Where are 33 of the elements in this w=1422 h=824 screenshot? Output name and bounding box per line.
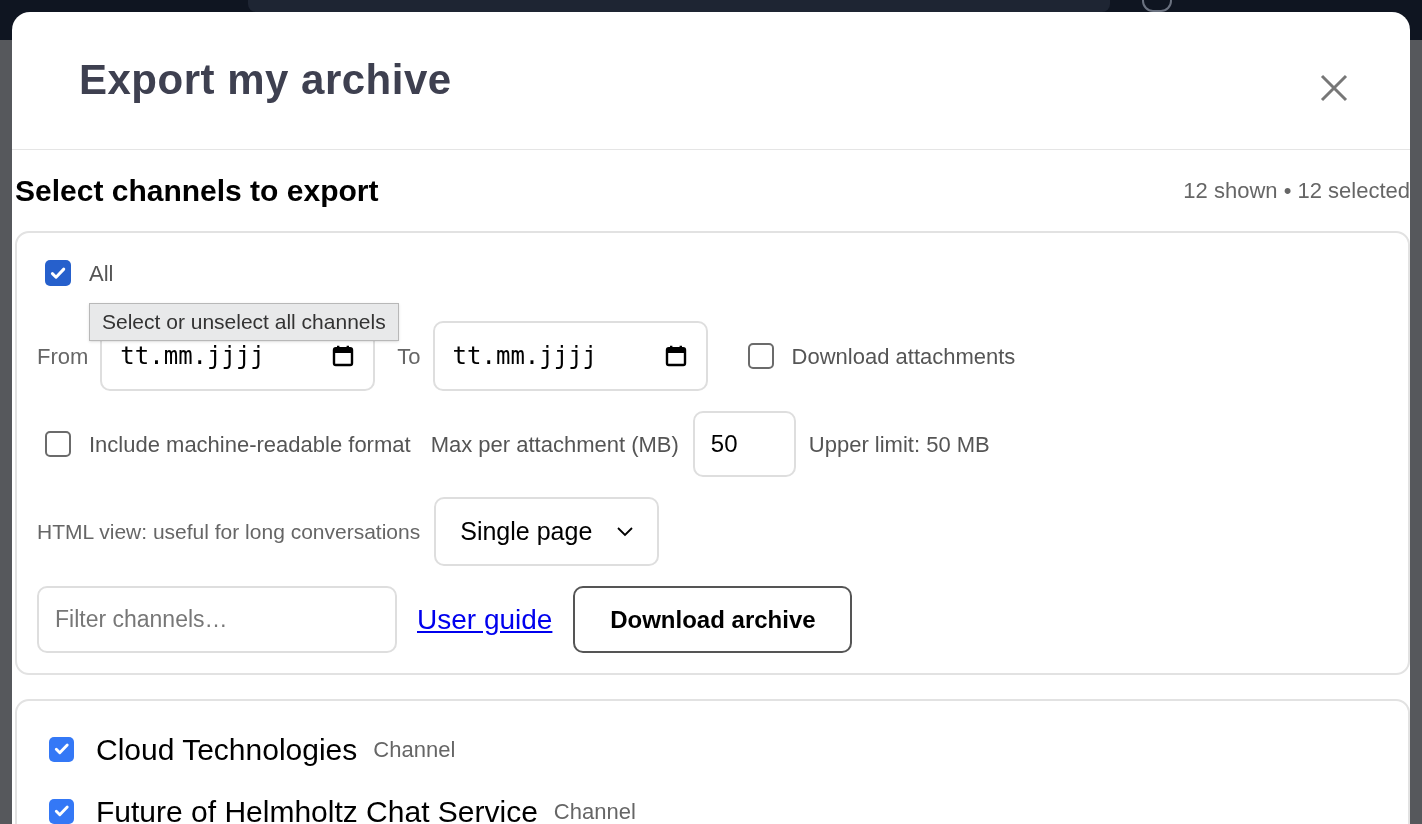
html-view-label: HTML view: useful for long conversations [37, 518, 421, 545]
upper-limit-hint: Upper limit: 50 MB [808, 430, 990, 459]
checkbox[interactable] [49, 736, 74, 762]
download-archive-button[interactable]: Download archive [573, 586, 853, 653]
to-label: To [397, 342, 421, 371]
checkbox[interactable] [45, 260, 71, 286]
checkbox[interactable] [49, 798, 74, 824]
download-attachments-label: Download attachments [791, 342, 1016, 371]
all-label: All [89, 259, 114, 288]
channel-name: Future of Helmholtz Chat Service [96, 793, 538, 824]
checkbox[interactable] [45, 431, 71, 457]
date-placeholder: tt.mm.jjjj [120, 341, 265, 372]
checkbox[interactable] [747, 343, 774, 369]
close-icon [1319, 73, 1349, 103]
html-view-select[interactable]: Single page [434, 497, 660, 566]
selection-summary: 12 shown • 12 selected [1183, 177, 1410, 205]
section-title: Select channels to export [15, 173, 379, 209]
machine-readable-label: Include machine-readable format [89, 430, 411, 459]
filter-channels-field[interactable]: Filter channels… [37, 586, 397, 653]
max-attachment-field[interactable]: 50 [692, 411, 796, 477]
channel-name: Cloud Technologies [96, 731, 358, 768]
channel-type: Channel [373, 735, 456, 764]
calendar-icon [331, 344, 356, 368]
date-placeholder: tt.mm.jjjj [452, 341, 598, 372]
from-label: From [37, 342, 89, 371]
user-guide-link[interactable]: User guide [417, 598, 553, 641]
max-attachment-label: Max per attachment (MB) [430, 430, 679, 459]
channel-type: Channel [553, 797, 636, 824]
chevron-down-icon [617, 526, 634, 537]
tooltip: Select or unselect all channels [89, 303, 399, 341]
date-field[interactable]: tt.mm.jjjj [432, 321, 708, 391]
calendar-icon [663, 344, 688, 368]
dialog-title: Export my archive [79, 55, 452, 105]
